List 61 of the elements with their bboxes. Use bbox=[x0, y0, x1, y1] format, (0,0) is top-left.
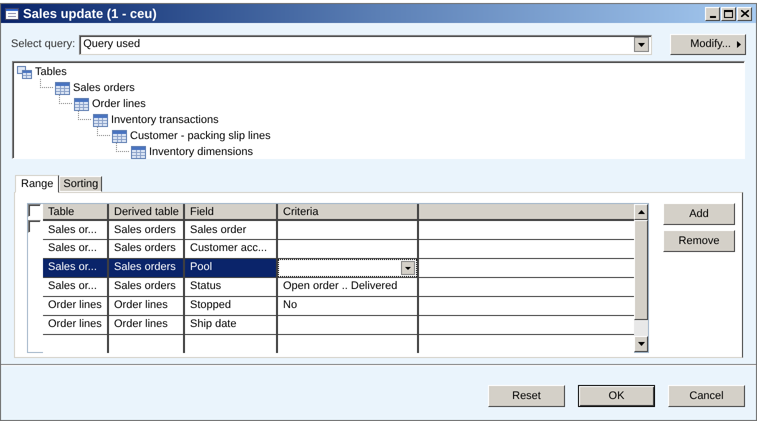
window-icon bbox=[5, 8, 19, 20]
scroll-down-button[interactable] bbox=[634, 336, 648, 352]
table-cell: Pool bbox=[184, 258, 277, 277]
modify-button[interactable]: Modify... bbox=[670, 34, 746, 55]
column-header[interactable]: Table bbox=[43, 204, 108, 220]
table-icon bbox=[112, 130, 127, 142]
dialog-button[interactable]: Cancel bbox=[668, 385, 745, 407]
table-cell: Order lines bbox=[108, 296, 184, 315]
table-icon bbox=[55, 82, 70, 94]
table-icon bbox=[74, 98, 89, 110]
table-cell: Sales or... bbox=[43, 258, 108, 277]
table-cell: Sales or... bbox=[43, 239, 108, 258]
table-icon bbox=[131, 146, 146, 158]
scroll-up-button[interactable] bbox=[634, 204, 648, 220]
maximize-button[interactable] bbox=[721, 6, 736, 20]
arrow-up-icon bbox=[638, 210, 644, 214]
tables-icon bbox=[17, 66, 32, 78]
arrow-down-icon bbox=[638, 342, 644, 346]
table-cell: Sales order bbox=[184, 220, 277, 239]
tree-item[interactable]: Inventory dimensions bbox=[149, 144, 253, 160]
column-header[interactable]: Criteria bbox=[277, 204, 418, 220]
tree-item[interactable]: Customer - packing slip lines bbox=[130, 128, 271, 144]
table-cell: Sales orders bbox=[108, 220, 184, 239]
dialog-button[interactable]: Reset bbox=[488, 385, 565, 407]
scroll-thumb[interactable] bbox=[634, 220, 648, 320]
table-cell: No bbox=[277, 296, 418, 315]
column-header[interactable]: Field bbox=[184, 204, 277, 220]
table-cell: Order lines bbox=[43, 315, 108, 334]
minimize-button[interactable] bbox=[705, 6, 720, 20]
tab[interactable]: Sorting bbox=[59, 176, 102, 192]
tree-item[interactable]: Inventory transactions bbox=[111, 112, 219, 128]
criteria-dropdown[interactable] bbox=[278, 258, 417, 276]
tree-item[interactable]: Order lines bbox=[92, 96, 146, 112]
query-label: Select query: bbox=[11, 37, 76, 52]
table-cell: Sales orders bbox=[108, 258, 184, 277]
table-cell: Sales or... bbox=[43, 220, 108, 239]
tree-item[interactable]: Tables bbox=[35, 64, 67, 80]
arrow-right-icon bbox=[737, 41, 741, 48]
window-title: Sales update (1 - ceu) bbox=[23, 4, 157, 23]
side-button[interactable]: Remove bbox=[663, 230, 735, 252]
scrollbar[interactable] bbox=[634, 204, 648, 352]
tab[interactable]: Range bbox=[15, 175, 60, 193]
table-cell: Open order .. Delivered bbox=[277, 277, 418, 296]
table-cell: Sales orders bbox=[108, 239, 184, 258]
query-dropdown[interactable]: Query used bbox=[79, 34, 652, 54]
table-cell: Customer acc... bbox=[184, 239, 277, 258]
table-cell: Order lines bbox=[108, 315, 184, 334]
table-icon bbox=[93, 114, 108, 126]
table-cell: Order lines bbox=[43, 296, 108, 315]
table-cell: Sales or... bbox=[43, 277, 108, 296]
table-cell: Sales orders bbox=[108, 277, 184, 296]
dialog-button[interactable]: OK bbox=[578, 385, 655, 407]
tree-item[interactable]: Sales orders bbox=[73, 80, 135, 96]
table-cell: Ship date bbox=[184, 315, 277, 334]
table-cell: Stopped bbox=[184, 296, 277, 315]
table-cell: Status bbox=[184, 277, 277, 296]
close-button[interactable] bbox=[737, 6, 752, 20]
side-button[interactable]: Add bbox=[663, 203, 735, 225]
column-header[interactable]: Derived table bbox=[108, 204, 184, 220]
checkbox[interactable] bbox=[28, 204, 41, 217]
close-icon bbox=[740, 10, 748, 17]
